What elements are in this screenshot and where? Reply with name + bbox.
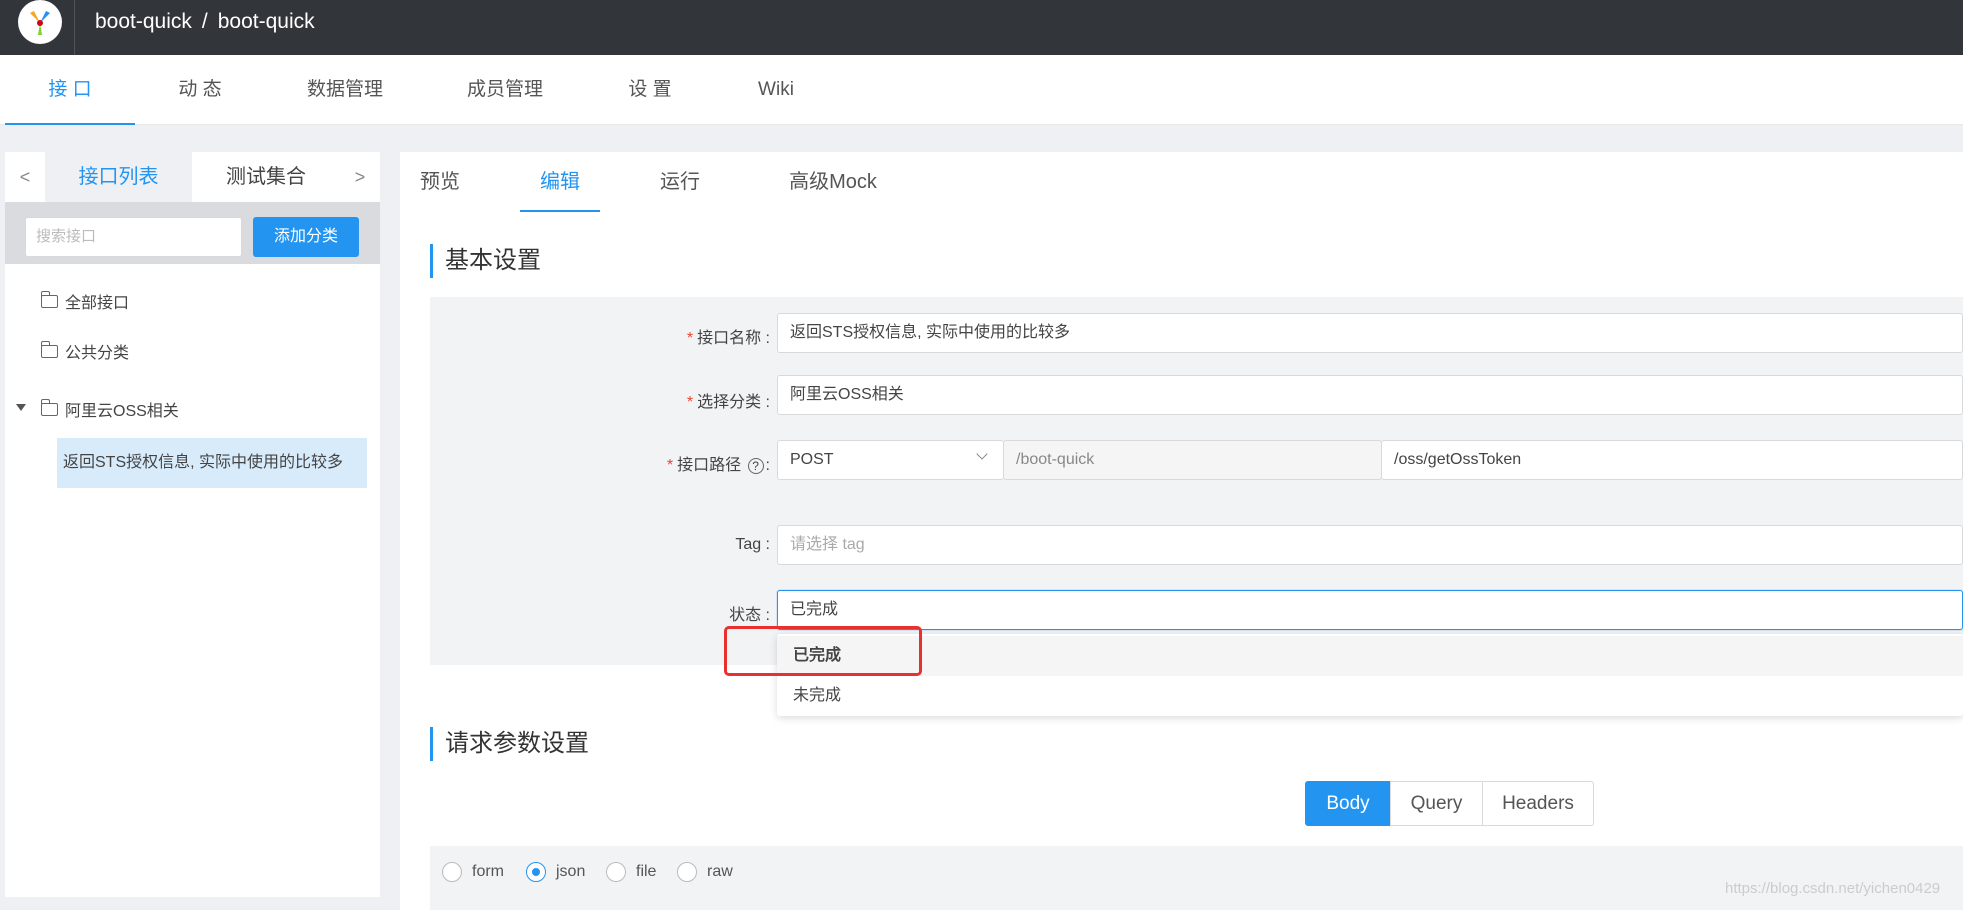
required-mark: * [686, 330, 694, 347]
folder-icon [40, 340, 58, 358]
base-path-display: /boot-quick [1003, 440, 1382, 480]
tab-run[interactable]: 运行 [650, 152, 710, 212]
basic-settings-title: 基本设置 [430, 244, 541, 278]
tree-item-public[interactable]: 公共分类 [40, 339, 130, 363]
tab-api-list[interactable]: 接口列表 [45, 152, 192, 202]
folder-icon [40, 290, 58, 308]
breadcrumb-group[interactable]: boot-quick [95, 10, 192, 33]
category-select[interactable]: 阿里云OSS相关 [777, 375, 1963, 415]
status-dropdown: 已完成 未完成 [777, 634, 1963, 716]
category-label-text: 选择分类 : [697, 394, 770, 411]
radio-circle [606, 862, 626, 882]
request-tab-headers[interactable]: Headers [1482, 781, 1594, 826]
status-select[interactable]: 已完成 [777, 590, 1963, 630]
top-bar: boot-quick / boot-quick [0, 0, 1963, 55]
api-sidebar: < 接口列表 测试集合 > 搜索接口 添加分类 全部接口 公共分类 阿里云OSS… [5, 152, 380, 897]
api-path-label-colon: : [765, 457, 770, 474]
radio-label: file [636, 863, 657, 880]
radio-json[interactable]: json [526, 862, 585, 882]
caret-down-icon[interactable] [16, 404, 26, 411]
radio-circle-checked [526, 862, 546, 882]
radio-file[interactable]: file [606, 862, 656, 882]
tab-preview[interactable]: 预览 [410, 152, 470, 212]
sidebar-tabs: < 接口列表 测试集合 > [5, 152, 380, 202]
status-label: 状态 : [729, 607, 770, 624]
radio-raw[interactable]: raw [677, 862, 733, 882]
radio-label: raw [707, 863, 733, 880]
tabs-prev-arrow-icon[interactable]: < [5, 152, 45, 202]
api-name-label: * 接口名称 : [600, 324, 770, 348]
nav-tab-data[interactable]: 数据管理 [280, 55, 410, 125]
radio-circle [677, 862, 697, 882]
question-circle-icon[interactable]: ? [747, 458, 764, 474]
required-mark: * [666, 457, 674, 474]
radio-label: form [472, 863, 504, 880]
api-name-label-text: 接口名称 : [697, 330, 770, 347]
required-mark: * [686, 394, 694, 411]
category-label: * 选择分类 : [600, 388, 770, 412]
nav-tab-settings[interactable]: 设 置 [585, 55, 715, 125]
method-select[interactable]: POST [777, 440, 1004, 480]
project-nav: 接 口 动 态 数据管理 成员管理 设 置 Wiki [0, 55, 1963, 125]
tabs-next-arrow-icon[interactable]: > [340, 152, 380, 202]
add-category-button[interactable]: 添加分类 [253, 217, 359, 257]
tree-item-all-apis[interactable]: 全部接口 [40, 289, 130, 313]
tab-test-collection[interactable]: 测试集合 [192, 152, 340, 202]
watermark: https://blog.csdn.net/yichen0429 [1725, 880, 1941, 897]
radio-form[interactable]: form [442, 862, 504, 882]
tree-item-sts-api[interactable]: 返回STS授权信息, 实际中使用的比较多 [57, 438, 367, 488]
tree-item-label: 全部接口 [65, 295, 130, 312]
breadcrumb: boot-quick / boot-quick [95, 10, 315, 34]
search-api-input[interactable]: 搜索接口 [25, 217, 242, 257]
breadcrumb-separator: / [201, 10, 208, 33]
api-name-input[interactable]: 返回STS授权信息, 实际中使用的比较多 [777, 313, 1963, 353]
nav-tab-members[interactable]: 成员管理 [440, 55, 570, 125]
api-path-label: * 接口路径 ?: [600, 451, 770, 475]
nav-tab-wiki[interactable]: Wiki [711, 55, 841, 125]
tree-item-label: 公共分类 [65, 345, 130, 362]
request-tabs: Body Query Headers [1305, 781, 1594, 826]
status-option-done[interactable]: 已完成 [777, 636, 1963, 676]
highlight-annotation [724, 626, 922, 676]
nav-tab-activity[interactable]: 动 态 [135, 55, 265, 125]
tab-advanced-mock[interactable]: 高级Mock [773, 152, 893, 212]
api-path-input[interactable]: /oss/getOssToken [1381, 440, 1963, 480]
tab-edit[interactable]: 编辑 [520, 152, 600, 212]
radio-label: json [556, 863, 586, 880]
topbar-divider [74, 0, 75, 55]
tag-select[interactable]: 请选择 tag [777, 525, 1963, 565]
tag-label: Tag : [735, 536, 770, 553]
tree-item-oss[interactable]: 阿里云OSS相关 [40, 397, 179, 421]
tree-item-label: 阿里云OSS相关 [65, 403, 179, 420]
yapi-logo-icon[interactable] [18, 0, 62, 44]
request-params-title: 请求参数设置 [430, 727, 589, 761]
api-path-label-text: 接口路径 [677, 457, 742, 474]
folder-open-icon [40, 398, 58, 416]
breadcrumb-project[interactable]: boot-quick [218, 10, 315, 33]
radio-circle [442, 862, 462, 882]
nav-tab-api[interactable]: 接 口 [5, 55, 135, 125]
body-type-row: form json file raw [430, 846, 1963, 910]
request-tab-query[interactable]: Query [1390, 781, 1483, 826]
request-tab-body[interactable]: Body [1305, 781, 1391, 826]
status-option-undone[interactable]: 未完成 [777, 676, 1963, 716]
